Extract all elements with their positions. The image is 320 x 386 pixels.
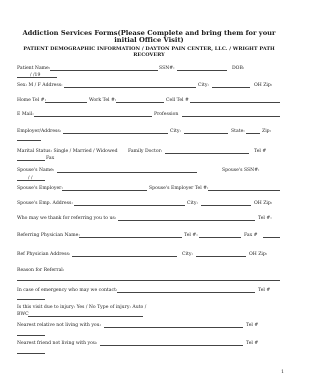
spouse-dob-field[interactable] — [17, 180, 45, 181]
zip-label: Zip: — [262, 129, 272, 134]
nearest-relative-field[interactable] — [104, 327, 243, 328]
reason-label: Reason for Referral: — [17, 268, 65, 273]
spouse-employer-tel-label: Spouse's Employer Tel #: — [149, 186, 209, 191]
physician-tel-field[interactable] — [199, 237, 241, 238]
email-field[interactable] — [34, 116, 152, 117]
patient-name-label: Patient Name: — [17, 66, 51, 71]
emergency-contact-label: In case of emergency who may we contact: — [17, 288, 118, 293]
referring-physician-label: Referring Physician Name: — [17, 233, 80, 238]
nearest-friend-label: Nearest friend not living with you: — [17, 341, 98, 346]
referrer-label: Who may we thank for referring you to us… — [17, 216, 117, 221]
family-doctor-field[interactable] — [165, 153, 249, 154]
injury-type-field[interactable] — [28, 316, 143, 317]
state-field[interactable] — [246, 133, 260, 134]
bwc-label: BWC — [17, 312, 29, 317]
sex-address-label: Sex: M / F Address: — [17, 83, 63, 88]
spouse-oh-zip-label: OH Zip: — [254, 201, 273, 206]
friend-tel-label: Tel # — [246, 341, 259, 346]
ref-physician-address-label: Ref Physician Address: — [17, 252, 71, 257]
ssn-field[interactable] — [177, 70, 227, 71]
referrer-field[interactable] — [118, 220, 255, 221]
physician-tel-label: Tel #: — [184, 233, 198, 238]
referrer-tel-label: Tel #: — [258, 216, 272, 221]
doctor-fax-label: Fax — [46, 156, 55, 161]
ref-city-label: City: — [182, 252, 193, 257]
emergency-tel-label: Tel # — [258, 288, 271, 293]
spouse-city-field[interactable] — [201, 205, 251, 206]
work-tel-label: Work Tel #: — [89, 98, 117, 103]
spouse-emp-address-label: Spouse's Emp. Address: — [17, 201, 73, 206]
emergency-tel-field[interactable] — [17, 299, 45, 300]
spouse-name-label: Spouse's Name: — [17, 168, 55, 173]
ref-physician-address-field[interactable] — [72, 256, 177, 257]
home-tel-label: Home Tel #: — [17, 98, 47, 103]
relative-tel-label: Tel # — [246, 323, 259, 328]
doctor-tel-field[interactable] — [17, 160, 45, 161]
cell-tel-label: Cell Tel # — [166, 98, 189, 103]
state-label: State: — [231, 129, 245, 134]
ref-oh-zip-label: OH Zip: — [249, 252, 268, 257]
reason-field[interactable] — [17, 280, 280, 281]
spouse-city-label: City: — [187, 201, 198, 206]
city-field[interactable] — [212, 87, 250, 88]
referring-physician-field[interactable] — [79, 237, 182, 238]
form-title: Addiction Services Forms(Please Complete… — [22, 29, 276, 45]
nearest-friend-field[interactable] — [100, 345, 243, 346]
spouse-employer-label: Spouse's Employer: — [17, 186, 63, 191]
relative-tel-field[interactable] — [17, 335, 45, 336]
spouse-emp-address-field[interactable] — [74, 205, 185, 206]
emergency-contact-field[interactable] — [117, 292, 255, 293]
oh-zip-label: OH Zip: — [254, 83, 273, 88]
dob-field[interactable] — [17, 77, 57, 78]
form-subtitle: PATIENT DEMOGRAPHIC INFORMATION / DAYTON… — [23, 46, 275, 58]
employer-city-label: City: — [170, 129, 181, 134]
spouse-employer-field[interactable] — [62, 190, 147, 191]
spouse-employer-tel-field[interactable] — [208, 190, 280, 191]
employer-address-field[interactable] — [63, 133, 168, 134]
city-label: City: — [198, 83, 209, 88]
zip-field[interactable] — [17, 140, 41, 141]
nearest-relative-label: Nearest relative not living with you: — [17, 323, 102, 328]
marital-status-label: Marital Status: Single / Married / Widow… — [17, 149, 118, 154]
form-page: Addiction Services Forms(Please Complete… — [0, 0, 298, 386]
work-tel-field[interactable] — [116, 102, 164, 103]
profession-label: Profession — [154, 112, 179, 117]
employer-city-field[interactable] — [184, 133, 228, 134]
home-tel-field[interactable] — [45, 102, 87, 103]
dob-label: DOB: — [232, 66, 245, 71]
family-doctor-label: Family Doctor: — [128, 149, 163, 154]
address-field[interactable] — [64, 87, 196, 88]
physician-fax-field[interactable] — [263, 237, 280, 238]
injury-label: Is this visit due to injury: Yes / No Ty… — [17, 305, 147, 310]
doctor-tel-label: Tel # — [254, 149, 267, 154]
cell-tel-field[interactable] — [190, 102, 280, 103]
employer-address-label: Employer/Address: — [17, 129, 62, 134]
ref-city-field[interactable] — [196, 256, 246, 257]
ssn-label: SSN#: — [159, 66, 175, 71]
spouse-ssn-label: Spouse's SSN#: — [222, 168, 260, 173]
page-number: 1 — [281, 370, 284, 375]
friend-tel-field[interactable] — [17, 353, 45, 354]
profession-field[interactable] — [182, 116, 280, 117]
email-label: E Mail: — [17, 112, 34, 117]
patient-name-field[interactable] — [50, 70, 158, 71]
spouse-name-field[interactable] — [57, 172, 197, 173]
physician-fax-label: Fax # — [244, 233, 258, 238]
